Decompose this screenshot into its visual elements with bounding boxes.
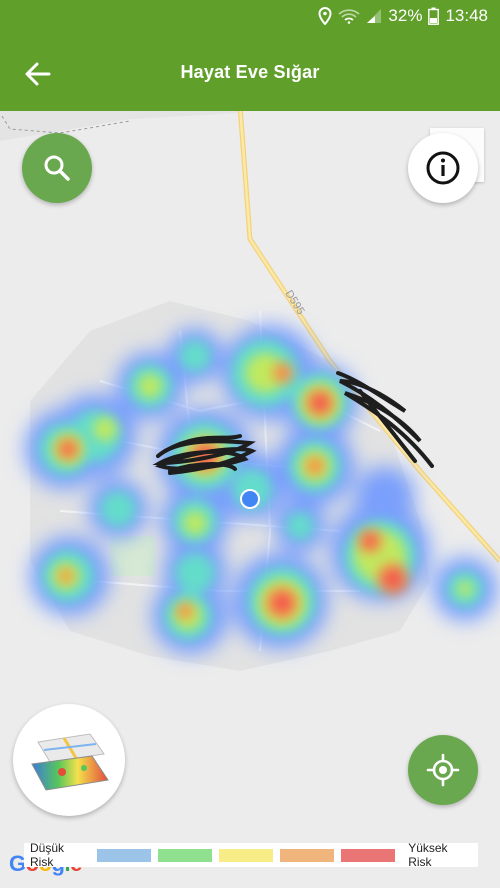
search-button[interactable]	[22, 133, 92, 203]
info-icon	[426, 151, 460, 185]
location-icon	[318, 7, 332, 25]
signal-icon	[367, 9, 382, 23]
map-layers-button[interactable]	[13, 704, 125, 816]
battery-percent: 32%	[388, 6, 423, 25]
app-bar: Hayat Eve Sığar	[0, 34, 500, 111]
wifi-icon	[338, 9, 360, 24]
legend-swatch	[96, 848, 151, 862]
search-icon	[44, 155, 70, 181]
legend-swatch	[157, 848, 212, 862]
legend-swatch	[218, 848, 273, 862]
legend-swatch	[279, 848, 335, 862]
map-layers-icon	[31, 733, 109, 791]
status-icons: 32% 13:48	[318, 6, 488, 26]
legend-low-label: Düşük Risk	[30, 841, 65, 869]
info-button[interactable]	[408, 133, 478, 203]
risk-legend: Düşük Risk Yüksek Risk	[24, 841, 478, 869]
status-bar: 32% 13:48	[0, 0, 500, 34]
clock: 13:48	[445, 6, 488, 25]
battery-icon	[428, 7, 440, 25]
page-title: Hayat Eve Sığar	[180, 62, 320, 82]
legend-high-label: Yüksek Risk	[408, 841, 448, 869]
my-location-button[interactable]	[408, 735, 478, 805]
my-location-icon	[426, 753, 460, 787]
current-location-dot	[240, 489, 260, 509]
legend-swatch	[341, 848, 396, 862]
